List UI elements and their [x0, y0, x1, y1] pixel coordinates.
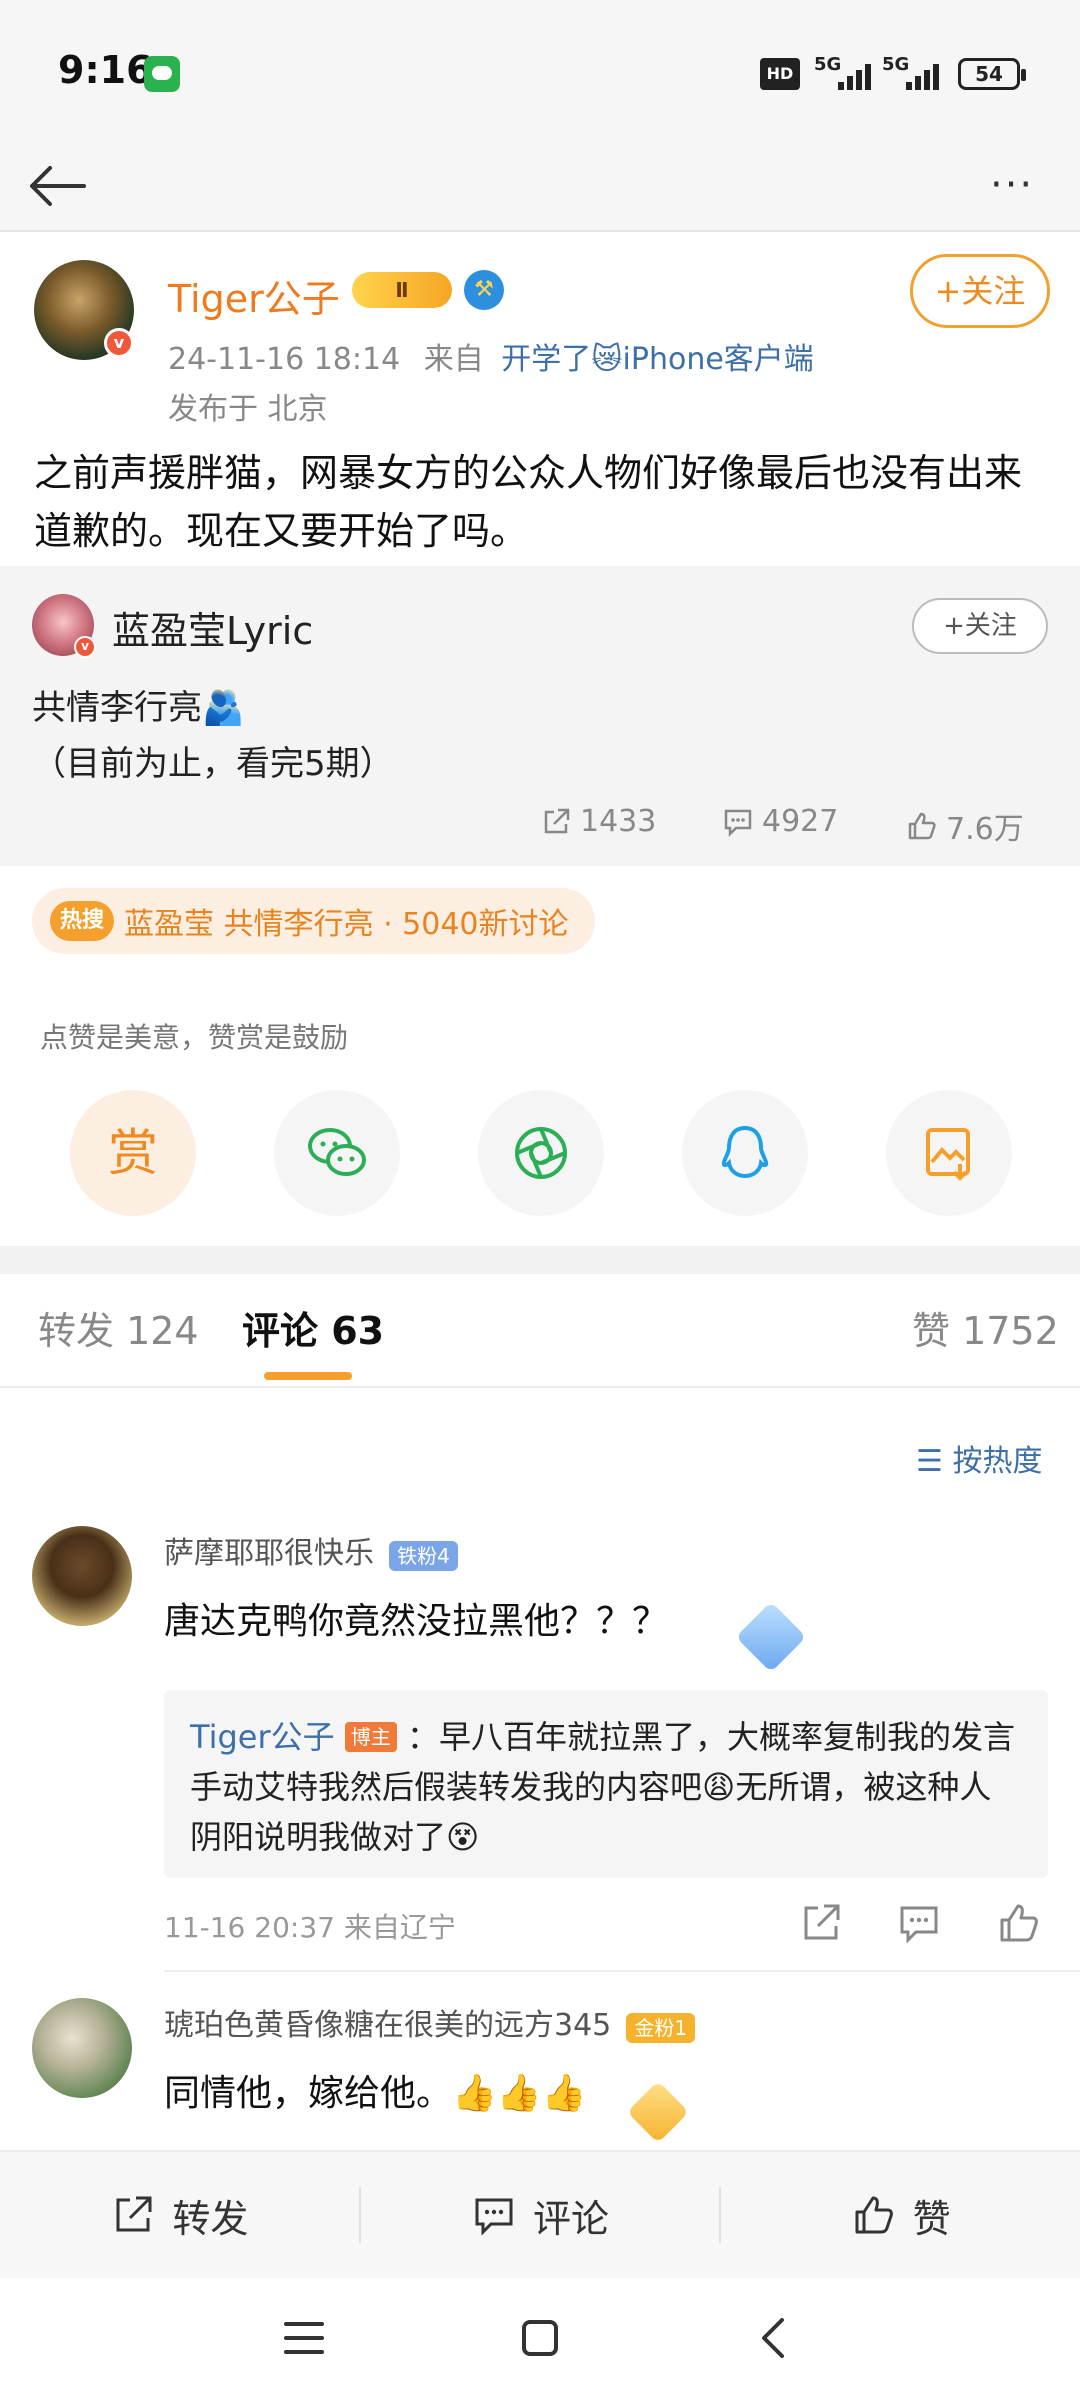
qq-icon — [721, 1125, 769, 1179]
retweet-follow-button[interactable]: +关注 — [912, 598, 1048, 654]
status-bar: 9:16 HD 5G 5G 54 — [0, 0, 1080, 140]
wechat-icon — [308, 1128, 366, 1176]
tab-divider — [0, 1386, 1080, 1388]
wechat-icon — [144, 56, 180, 92]
comment-icon — [724, 809, 752, 837]
tab-repost[interactable]: 转发 124 — [38, 1300, 199, 1355]
like-button[interactable]: 赞 — [721, 2188, 1080, 2243]
retweet-text: 共情李行亮🫂 （目前为止，看完5期） — [32, 680, 394, 792]
share-image-button[interactable] — [886, 1090, 1012, 1216]
diamond-decoration-icon — [735, 1601, 807, 1673]
post-source[interactable]: 开学了😿iPhone客户端 — [501, 342, 814, 377]
thumbs-up-icon — [908, 812, 936, 840]
repost-button[interactable]: 转发 — [0, 2188, 359, 2243]
comment-count: 4927 — [762, 804, 839, 839]
battery-icon: 54 — [958, 58, 1026, 90]
like-label: 赞 — [912, 2196, 951, 2241]
source-prefix: 来自 — [423, 342, 484, 377]
thumbs-up-icon[interactable] — [996, 1900, 1042, 1946]
retweet-line-2: （目前为止，看完5期） — [32, 744, 394, 784]
top-nav: ··· — [0, 140, 1080, 232]
retweet-like-count[interactable]: 7.6万 — [906, 804, 1024, 848]
sort-icon: ☰ — [916, 1444, 943, 1479]
comment-author[interactable]: 萨摩耶耶很快乐 — [164, 1536, 374, 1571]
comment-author[interactable]: 琥珀色黄昏像糖在很美的远方345 — [164, 2008, 611, 2043]
repost-count: 1433 — [580, 804, 657, 839]
comment-icon — [475, 2198, 513, 2236]
signal-icon — [838, 62, 871, 90]
moments-icon — [515, 1127, 567, 1179]
crown-badge-icon[interactable]: Ⅱ — [352, 272, 452, 308]
hot-topic-text: 蓝盈莹 共情李行亮 · 5040新讨论 — [124, 907, 569, 942]
gold-decoration-icon — [626, 2080, 690, 2144]
reward-button[interactable]: 赏 — [70, 1090, 196, 1216]
repost-icon — [544, 808, 570, 833]
comment-avatar[interactable] — [32, 1998, 132, 2098]
verified-badge-icon: v — [104, 328, 134, 358]
status-time: 9:16 — [58, 48, 153, 92]
follow-button[interactable]: +关注 — [910, 254, 1050, 328]
arrow-left-icon[interactable] — [22, 150, 94, 222]
sort-label: 按热度 — [952, 1444, 1043, 1479]
more-dots-icon[interactable]: ··· — [990, 162, 1034, 208]
hd-icon: HD — [760, 58, 800, 90]
comment-button[interactable]: 评论 — [361, 2188, 720, 2243]
author-name[interactable]: Tiger公子 — [168, 268, 340, 323]
home-icon[interactable] — [518, 2316, 562, 2360]
repost-label: 转发 — [172, 2196, 249, 2241]
post-meta: 24-11-16 18:14 来自 开学了😿iPhone客户端 — [168, 334, 814, 378]
back-icon[interactable] — [754, 2316, 794, 2360]
reward-tip: 点赞是美意，赞赏是鼓励 — [40, 1021, 349, 1054]
hot-topic-pill[interactable]: 热搜 蓝盈莹 共情李行亮 · 5040新讨论 — [32, 888, 595, 954]
sort-button[interactable]: ☰ 按热度 — [916, 1436, 1042, 1480]
retweet-line-1: 共情李行亮🫂 — [32, 688, 245, 728]
hot-search-tag: 热搜 — [50, 901, 115, 941]
retweet-author[interactable]: 蓝盈莹Lyric — [112, 600, 313, 655]
comment-divider — [164, 1970, 1080, 1972]
fan-badge: 金粉1 — [626, 2013, 696, 2043]
reply-preview[interactable]: Tiger公子 博主 ：早八百年就拉黑了，大概率复制我的发言手动艾特我然后假装转… — [164, 1690, 1048, 1878]
menu-icon[interactable] — [282, 2318, 326, 2358]
thumbs-up-icon — [855, 2196, 893, 2234]
share-moments-button[interactable] — [478, 1090, 604, 1216]
comment-header: 萨摩耶耶很快乐 铁粉4 — [164, 1528, 458, 1572]
verified-badge-icon: v — [74, 636, 96, 658]
bottom-toolbar: 转发 评论 赞 — [0, 2150, 1080, 2278]
retweet-comment-count[interactable]: 4927 — [722, 804, 838, 839]
post-date: 24-11-16 18:14 — [168, 342, 401, 377]
share-qq-button[interactable] — [682, 1090, 808, 1216]
comment-text: 同情他，嫁给他。👍👍👍 — [164, 2073, 587, 2114]
hammer-badge-icon[interactable]: ⚒ — [464, 270, 504, 310]
post-location: 发布于 北京 — [168, 392, 328, 427]
comment-avatar[interactable] — [32, 1526, 132, 1626]
comment-header: 琥珀色黄昏像糖在很美的远方345 金粉1 — [164, 2000, 696, 2044]
repost-icon — [116, 2196, 152, 2232]
repost-icon[interactable] — [798, 1900, 844, 1946]
tab-comment[interactable]: 评论 63 — [242, 1300, 384, 1355]
tab-active-indicator — [264, 1372, 352, 1380]
tab-like[interactable]: 赞 1752 — [912, 1300, 1059, 1355]
save-image-icon — [926, 1128, 970, 1181]
system-nav-bar — [0, 2278, 1080, 2402]
comment-icon[interactable] — [896, 1900, 942, 1946]
like-count: 7.6万 — [946, 812, 1024, 847]
blogger-badge: 博主 — [344, 1722, 397, 1752]
signal-icon — [906, 62, 939, 90]
retweet-repost-count[interactable]: 1433 — [540, 804, 656, 839]
fan-badge: 铁粉4 — [389, 1541, 458, 1571]
reply-author[interactable]: Tiger公子 — [190, 1718, 335, 1756]
comment-text: 唐达克鸭你竟然没拉黑他？？？ — [164, 1601, 669, 1642]
comment-label: 评论 — [533, 2196, 610, 2241]
section-divider — [0, 1246, 1080, 1274]
share-wechat-button[interactable] — [274, 1090, 400, 1216]
post-text: 之前声援胖猫，网暴女方的公众人物们好像最后也没有出来道歉的。现在又要开始了吗。 — [34, 451, 1023, 553]
comment-meta: 11-16 20:37 来自辽宁 — [164, 1911, 456, 1944]
